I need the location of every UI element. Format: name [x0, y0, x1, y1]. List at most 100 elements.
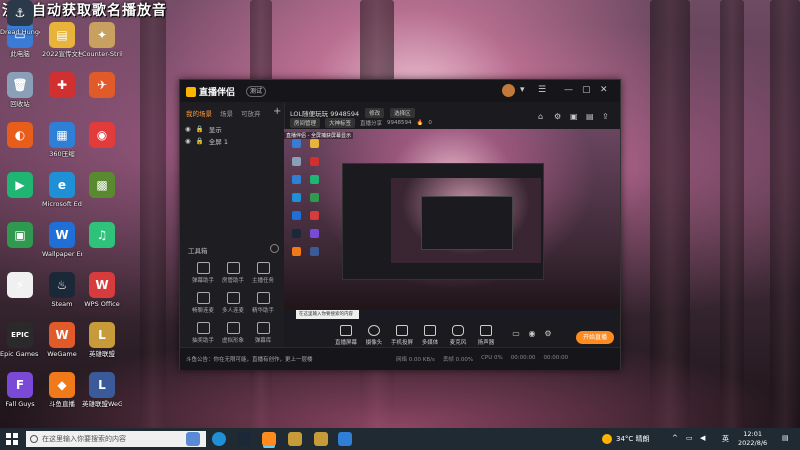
toolbox-item[interactable]: 房管助手	[218, 262, 248, 284]
toolbox-item[interactable]: 弹幕库	[248, 322, 278, 344]
toolbox-item[interactable]: 虚拟形象	[218, 322, 248, 344]
desktop-icon[interactable]: ✚	[42, 72, 82, 100]
ime-indicator[interactable]: 英	[722, 434, 729, 444]
phone-cast-button[interactable]: 手机投屏	[390, 325, 414, 346]
desktop-icon[interactable]: ▶	[0, 172, 40, 200]
desktop-icon[interactable]: ⚡	[0, 272, 40, 300]
desktop-icon[interactable]: ▩	[82, 172, 122, 200]
desktop-icon[interactable]: ◆ 斗鱼直播	[42, 372, 82, 408]
tab-my-scenes[interactable]: 我的场景	[186, 108, 212, 118]
desktop-icon[interactable]: e Microsoft Edge	[42, 172, 82, 208]
desktop-app-icon: ▤	[49, 22, 75, 48]
desktop-app-icon: W	[49, 222, 75, 248]
speaker-button[interactable]: 扬声器	[474, 325, 498, 346]
network-icon[interactable]: ▭	[686, 434, 693, 442]
settings-icon[interactable]: ⚙	[554, 112, 561, 121]
toolbox-item[interactable]: 精华助手	[248, 292, 278, 314]
tray-chevron-icon[interactable]: ^	[672, 434, 678, 442]
desktop-app-icon: ▶	[7, 172, 33, 198]
edge-icon[interactable]	[212, 432, 226, 446]
desktop-app-icon: EPIC	[7, 322, 33, 348]
share-link[interactable]: 直播分享	[360, 119, 382, 127]
desktop-icon[interactable]: F Fall Guys	[0, 372, 40, 408]
skin-icon[interactable]: ▾	[520, 85, 525, 95]
steam-icon[interactable]	[237, 432, 251, 446]
toolbox-item[interactable]: 抽奖助手	[188, 322, 218, 344]
desktop-icon[interactable]: ♨ Steam	[42, 272, 82, 308]
app-icon[interactable]	[338, 432, 352, 446]
tab-scenes[interactable]: 场景	[220, 108, 233, 118]
room-manage-button[interactable]: 房间管理	[290, 118, 321, 128]
share-icon[interactable]: ⇪	[602, 112, 609, 121]
scene-row[interactable]: ◉ 🔒 显示	[185, 124, 222, 134]
notification-icon[interactable]: ▤	[782, 434, 789, 442]
desktop-app-icon: F	[7, 372, 33, 398]
desktop-icon[interactable]: L 英雄联盟WeGame版	[82, 372, 122, 408]
volume-icon[interactable]: ◀	[700, 434, 705, 442]
toolbox-item[interactable]: 多人连麦	[218, 292, 248, 314]
lock-icon[interactable]: 🔒	[196, 137, 204, 145]
desktop-icon[interactable]: W WPS Office	[82, 272, 122, 308]
scene-row[interactable]: ◉ 🔒 全屏 1	[185, 136, 228, 146]
media-button[interactable]: 多媒体	[418, 325, 442, 346]
add-scene-button[interactable]: +	[273, 106, 281, 117]
lol-icon[interactable]	[314, 432, 328, 446]
menu-icon[interactable]: ☰	[538, 85, 546, 95]
toolbox-more-icon[interactable]	[270, 244, 279, 253]
toolbox-item-label: 抽奖助手	[191, 338, 214, 344]
camera-button[interactable]: 摄像头	[362, 325, 386, 346]
stream-preview[interactable]: 在这里输入你要搜索的内容	[284, 129, 620, 321]
desktop-icon[interactable]: W Wallpaper Engine	[42, 222, 82, 258]
eye-icon[interactable]: ◉	[185, 137, 191, 145]
home-icon[interactable]: ⌂	[538, 112, 543, 121]
app-badge[interactable]: 测试	[246, 86, 267, 97]
avatar[interactable]	[502, 84, 515, 97]
desktop-icon[interactable]: ▦ 360压缩	[42, 122, 82, 158]
desktop-app-icon: ▣	[7, 222, 33, 248]
toolbox-item[interactable]: 主播任务	[248, 262, 278, 284]
desktop-icon[interactable]: ♫	[82, 222, 122, 250]
close-button[interactable]: ✕	[600, 85, 608, 95]
desktop-icon[interactable]: ▣	[0, 222, 40, 250]
start-live-button[interactable]: 开始直播	[576, 331, 614, 344]
desktop-icon[interactable]: 🗑 回收站	[0, 72, 40, 108]
weather-icon[interactable]	[602, 434, 612, 444]
toolbox-item[interactable]: 弹幕助手	[188, 262, 218, 284]
windows-start-icon[interactable]	[6, 433, 18, 445]
lock-icon[interactable]: 🔒	[196, 125, 204, 133]
desktop-icon[interactable]: ✦ Counter-Strike Global Off...	[82, 22, 122, 58]
desktop-icon[interactable]: L 英雄联盟	[82, 322, 122, 358]
screen-capture-button[interactable]: 直播屏幕	[334, 325, 358, 346]
desktop-app-icon: L	[89, 322, 115, 348]
taskbar-search-input[interactable]: 在这里输入你要搜索的内容	[26, 431, 206, 447]
clock-date: 2022/8/6	[738, 439, 768, 447]
maximize-button[interactable]: ▢	[582, 85, 591, 95]
category-select[interactable]: 选择区	[390, 108, 415, 118]
live-companion-icon[interactable]	[262, 432, 276, 446]
clock-time: 12:01	[743, 430, 762, 438]
minimize-button[interactable]: —	[564, 85, 573, 95]
layout-icon[interactable]: ▣	[570, 112, 578, 121]
tab-optional[interactable]: 可放弃	[241, 108, 261, 118]
gear-icon[interactable]: ⚙	[536, 329, 560, 338]
room-id: 9948594	[387, 120, 412, 126]
desktop-icon[interactable]: EPIC Epic Games Launcher	[0, 322, 40, 358]
weather-text[interactable]: 34°C 晴朗	[616, 434, 650, 444]
record-icon[interactable]: ▤	[586, 112, 594, 121]
desktop-icon[interactable]: ◐	[0, 122, 40, 150]
desktop-app-icon: ♫	[89, 222, 115, 248]
room-edit-button[interactable]: 修改	[365, 108, 385, 118]
microphone-button[interactable]: 麦克风	[446, 325, 470, 346]
desktop-icon[interactable]: ✈	[82, 72, 122, 100]
eye-icon[interactable]: ◉	[185, 125, 191, 133]
search-highlight-icon[interactable]	[186, 432, 200, 446]
desktop-icon[interactable]: ▤ 2022宣传文档 电子流量影	[42, 22, 82, 58]
notice-icon-and-text[interactable]: 斗鱼公告：你在无限可能，直播有创作，更上一层楼	[186, 355, 313, 363]
desktop-icon[interactable]: W WeGame	[42, 322, 82, 358]
desktop-icon[interactable]: ⚓ Dread Hunger	[0, 0, 40, 36]
desktop-icon[interactable]: ◉	[82, 122, 122, 150]
game-launcher-icon[interactable]	[288, 432, 302, 446]
tag-button[interactable]: 大神标签	[325, 118, 356, 128]
taskbar-clock[interactable]: 12:01 2022/8/6	[738, 430, 767, 448]
toolbox-item[interactable]: 畅聊连麦	[188, 292, 218, 314]
